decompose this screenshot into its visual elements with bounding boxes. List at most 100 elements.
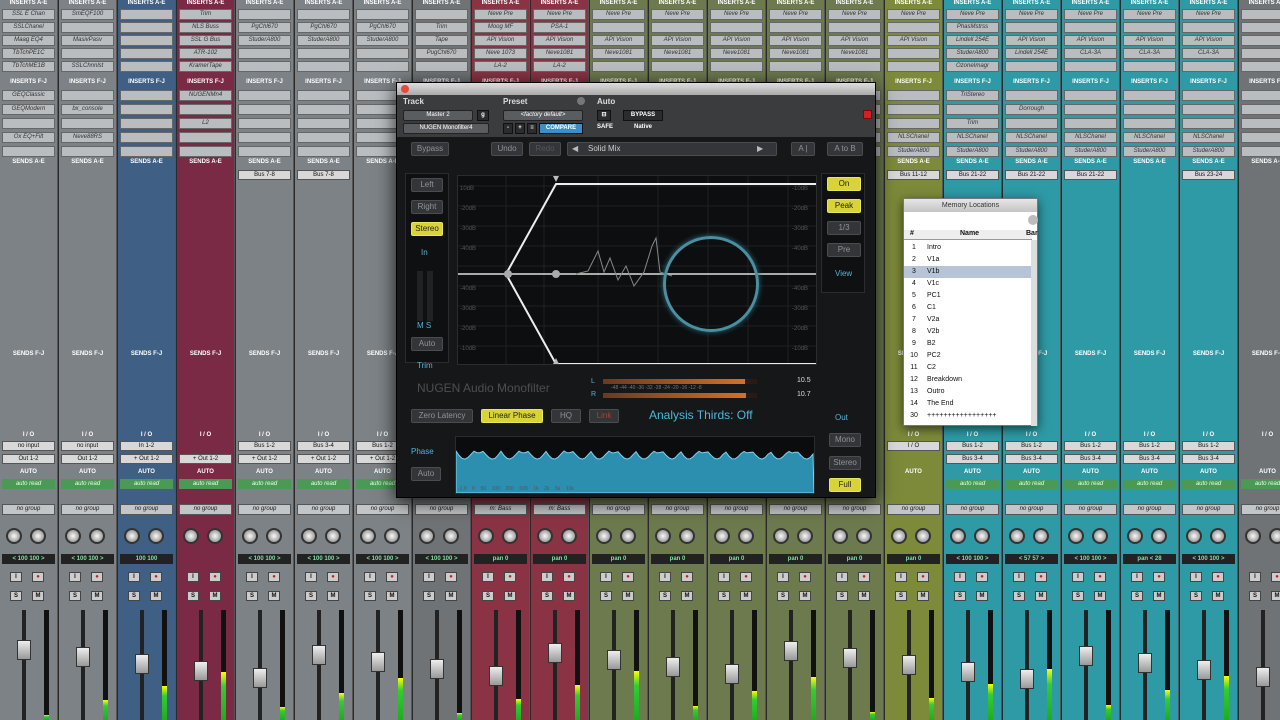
insert-slot[interactable]	[179, 104, 232, 115]
input-monitor-button[interactable]: I	[895, 572, 907, 582]
fader-cap[interactable]	[784, 641, 798, 661]
insert-slot[interactable]	[887, 90, 940, 101]
fader-cap[interactable]	[489, 666, 503, 686]
mute-button[interactable]: M	[1153, 591, 1165, 601]
memory-location-row[interactable]: 4 V1c	[904, 278, 1032, 290]
pan-knob-icon[interactable]	[266, 528, 282, 544]
stereo-out-button[interactable]: Stereo	[829, 456, 861, 470]
insert-slot[interactable]: Neve Pre	[710, 9, 763, 20]
pan-knob-icon[interactable]	[183, 528, 199, 544]
group-selector[interactable]: no group	[946, 504, 999, 515]
insert-slot[interactable]: NLSChanel	[887, 132, 940, 143]
pan-knob-icon[interactable]	[242, 528, 258, 544]
insert-slot[interactable]	[2, 146, 55, 157]
insert-slot[interactable]	[828, 61, 881, 72]
insert-slot[interactable]: Neve88RS	[61, 132, 114, 143]
insert-slot[interactable]	[1241, 22, 1280, 33]
insert-slot[interactable]: API Vision	[1005, 35, 1058, 46]
peak-button[interactable]: Peak	[827, 199, 861, 213]
automation-mode[interactable]: auto read	[1182, 479, 1235, 489]
insert-slot[interactable]	[1064, 22, 1117, 33]
insert-slot[interactable]: NLSChanel	[1064, 132, 1117, 143]
insert-slot[interactable]: PgChl670	[297, 22, 350, 33]
mute-button[interactable]: M	[976, 591, 988, 601]
memory-location-row[interactable]: 12 Breakdown	[904, 374, 1032, 386]
insert-slot[interactable]: API Vision	[651, 35, 704, 46]
pan-knob-icon[interactable]	[30, 528, 46, 544]
input-monitor-button[interactable]: I	[659, 572, 671, 582]
insert-slot[interactable]: Trim	[415, 22, 468, 33]
input-monitor-button[interactable]: I	[246, 572, 258, 582]
insert-slot[interactable]: SSLChnnlst	[61, 61, 114, 72]
memory-location-row[interactable]: 11 C2	[904, 362, 1032, 374]
left-button[interactable]: Left	[411, 178, 443, 192]
fader-cap[interactable]	[1079, 646, 1093, 666]
group-selector[interactable]: m: Bass	[533, 504, 586, 515]
pan-knob-icon[interactable]	[384, 528, 400, 544]
fader-cap[interactable]	[76, 647, 90, 667]
insert-slot[interactable]: SSLChanel	[2, 22, 55, 33]
insert-slot[interactable]	[297, 132, 350, 143]
compare-button[interactable]: COMPARE	[539, 123, 583, 134]
insert-slot[interactable]: API Vision	[474, 35, 527, 46]
insert-slot[interactable]	[238, 90, 291, 101]
insert-slot[interactable]	[297, 48, 350, 59]
fader-cap[interactable]	[253, 668, 267, 688]
insert-slot[interactable]	[238, 146, 291, 157]
insert-slot[interactable]	[1182, 61, 1235, 72]
output-selector[interactable]: + Out 1-2	[120, 454, 173, 464]
insert-slot[interactable]: GEQModern	[2, 104, 55, 115]
record-button[interactable]: ●	[1094, 572, 1106, 582]
automation-mode[interactable]: auto read	[946, 479, 999, 489]
phase-auto-button[interactable]: Auto	[411, 467, 441, 481]
insert-slot[interactable]: API Vision	[828, 35, 881, 46]
insert-slot[interactable]: ATR-102	[179, 48, 232, 59]
solo-button[interactable]: S	[187, 591, 199, 601]
insert-slot[interactable]: LA-2	[474, 61, 527, 72]
insert-slot[interactable]	[1241, 9, 1280, 20]
insert-slot[interactable]	[1005, 61, 1058, 72]
insert-slot[interactable]: Lindell 254E	[1005, 48, 1058, 59]
mute-button[interactable]: M	[91, 591, 103, 601]
insert-slot[interactable]	[120, 132, 173, 143]
insert-slot[interactable]	[61, 48, 114, 59]
send-slot[interactable]: Bus 21-22	[1005, 170, 1058, 180]
output-selector[interactable]: + Out 1-2	[238, 454, 291, 464]
mono-button[interactable]: Mono	[829, 433, 861, 447]
pan-knob-icon[interactable]	[773, 528, 789, 544]
output-selector[interactable]: Out 1-2	[2, 454, 55, 464]
mute-button[interactable]: M	[1271, 591, 1280, 601]
group-selector[interactable]: no group	[1182, 504, 1235, 515]
insert-slot[interactable]: StuderA800	[946, 146, 999, 157]
fader-cap[interactable]	[725, 664, 739, 684]
filter-graph[interactable]: 10dB -20dB -30dB -40dB -40dB -30dB -20dB -10dB -…	[457, 175, 817, 365]
record-button[interactable]: ●	[622, 572, 634, 582]
record-button[interactable]: ●	[1035, 572, 1047, 582]
insert-slot[interactable]: API Vision	[592, 35, 645, 46]
fader-track[interactable]	[553, 610, 557, 720]
right-button[interactable]: Right	[411, 200, 443, 214]
view-label[interactable]: View	[835, 269, 852, 278]
insert-slot[interactable]: Neve Pre	[651, 9, 704, 20]
insert-slot[interactable]	[1241, 146, 1280, 157]
input-monitor-button[interactable]: I	[1013, 572, 1025, 582]
automation-mode[interactable]: auto read	[120, 479, 173, 489]
pan-knob-icon[interactable]	[1068, 528, 1084, 544]
linear-phase-button[interactable]: Linear Phase	[481, 409, 543, 423]
automation-mode[interactable]: auto read	[2, 479, 55, 489]
insert-slot[interactable]	[297, 146, 350, 157]
safe-button[interactable]: SAFE	[593, 123, 617, 134]
pan-knob-icon[interactable]	[443, 528, 459, 544]
insert-slot[interactable]	[1123, 104, 1176, 115]
insert-slot[interactable]: TriStereo	[946, 90, 999, 101]
insert-slot[interactable]: API Vision	[1123, 35, 1176, 46]
group-selector[interactable]: no group	[887, 504, 940, 515]
pan-knob-icon[interactable]	[148, 528, 164, 544]
insert-slot[interactable]: CLA-3A	[1123, 48, 1176, 59]
insert-slot[interactable]: LA-2	[533, 61, 586, 72]
pan-knob-icon[interactable]	[207, 528, 223, 544]
pan-knob-icon[interactable]	[502, 528, 518, 544]
input-selector[interactable]: Bus 1-2	[1123, 441, 1176, 451]
mute-button[interactable]: M	[917, 591, 929, 601]
channel-strip[interactable]: INSERTS A-E Neve Pre API Vision CLA-3A INSER…	[1121, 0, 1179, 720]
